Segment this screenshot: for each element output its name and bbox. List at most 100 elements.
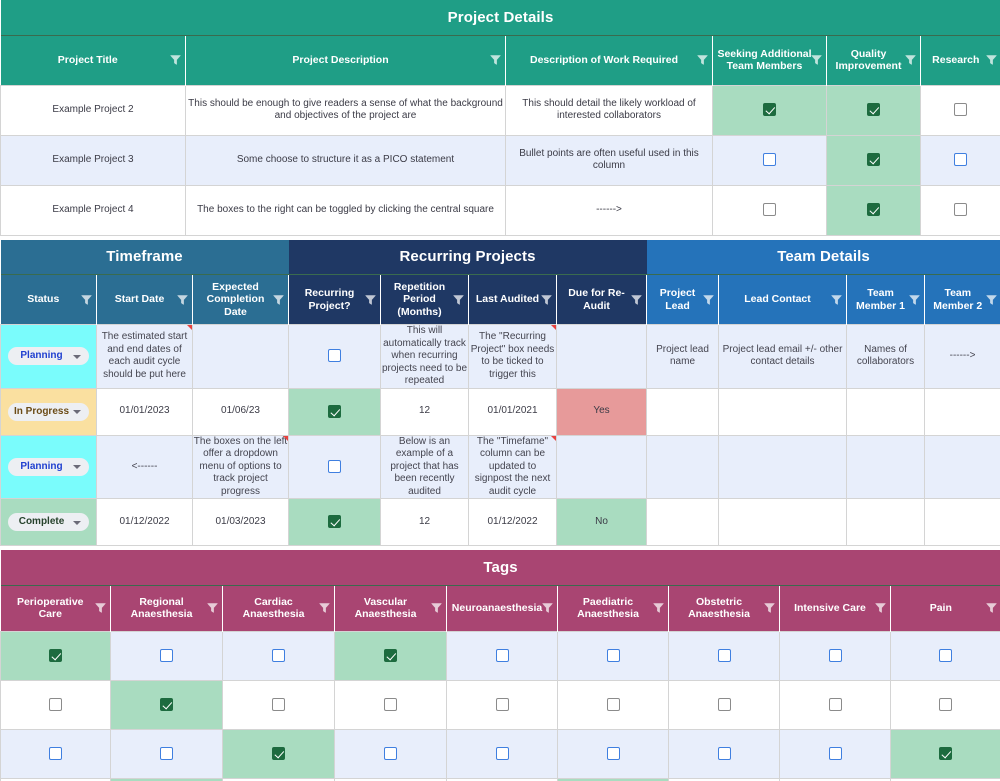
column-header-project-lead[interactable]: Project Lead xyxy=(646,274,719,325)
tag-checkbox-cell-cardiac-anaesthesia[interactable] xyxy=(222,728,335,779)
column-header-expected-completion-date[interactable]: Expected Completion Date xyxy=(192,274,289,325)
column-header-team-member-1[interactable]: Team Member 1 xyxy=(846,274,925,325)
checkbox-cell-seeking-team[interactable] xyxy=(712,84,827,136)
filter-funnel-icon[interactable] xyxy=(905,55,916,66)
status-dropdown[interactable]: Planning xyxy=(8,347,89,366)
checkbox-unchecked-icon[interactable] xyxy=(272,648,285,662)
tag-checkbox-cell-pain[interactable] xyxy=(889,728,1000,779)
checkbox-cell-quality-improvement[interactable] xyxy=(826,184,921,236)
filter-funnel-icon[interactable] xyxy=(909,294,921,305)
filter-funnel-icon[interactable] xyxy=(490,55,501,66)
column-header-regional-anaesthesia[interactable]: Regional Anaesthesia xyxy=(110,584,223,631)
column-header-description-of-work-required[interactable]: Description of Work Required xyxy=(505,34,713,85)
recurring-project-checkbox-cell[interactable] xyxy=(288,434,381,499)
tag-checkbox-cell-vascular-anaesthesia[interactable] xyxy=(334,630,447,681)
filter-funnel-icon[interactable] xyxy=(653,603,664,614)
column-header-repetition-period-months[interactable]: Repetition Period (Months) xyxy=(380,274,469,325)
tag-checkbox-cell-perioperative-care[interactable] xyxy=(0,630,111,681)
checkbox-cell-seeking-team[interactable] xyxy=(712,184,827,236)
checkbox-unchecked-icon[interactable] xyxy=(606,697,620,711)
filter-funnel-icon[interactable] xyxy=(542,603,553,614)
filter-funnel-icon[interactable] xyxy=(319,603,330,614)
checkbox-checked-icon[interactable] xyxy=(160,697,173,711)
column-header-seeking-additional-team-members[interactable]: Seeking Additional Team Members xyxy=(712,34,827,85)
tag-checkbox-cell-pain[interactable] xyxy=(889,679,1000,730)
status-cell[interactable]: Planning xyxy=(0,434,97,499)
filter-funnel-icon[interactable] xyxy=(875,603,886,614)
tag-checkbox-cell-cardiac-anaesthesia[interactable] xyxy=(222,679,335,730)
column-header-intensive-care[interactable]: Intensive Care xyxy=(779,584,891,631)
column-header-vascular-anaesthesia[interactable]: Vascular Anaesthesia xyxy=(334,584,447,631)
tag-checkbox-cell-perioperative-care[interactable] xyxy=(0,679,111,730)
checkbox-checked-icon[interactable] xyxy=(49,648,62,662)
column-header-research[interactable]: Research xyxy=(919,34,1000,85)
tag-checkbox-cell-intensive-care[interactable] xyxy=(779,728,891,779)
column-header-project-description[interactable]: Project Description xyxy=(185,34,506,85)
checkbox-unchecked-icon[interactable] xyxy=(328,349,341,363)
checkbox-unchecked-icon[interactable] xyxy=(763,203,776,217)
checkbox-unchecked-icon[interactable] xyxy=(49,746,62,760)
status-dropdown[interactable]: Complete xyxy=(8,513,89,531)
checkbox-unchecked-icon[interactable] xyxy=(160,746,173,760)
checkbox-unchecked-icon[interactable] xyxy=(606,746,620,760)
checkbox-checked-icon[interactable] xyxy=(763,103,776,117)
comment-marker-icon[interactable] xyxy=(551,435,556,441)
filter-funnel-icon[interactable] xyxy=(985,603,997,614)
checkbox-unchecked-icon[interactable] xyxy=(828,746,842,760)
tag-checkbox-cell-cardiac-anaesthesia[interactable] xyxy=(222,630,335,681)
checkbox-unchecked-icon[interactable] xyxy=(954,153,968,167)
column-header-cardiac-anaesthesia[interactable]: Cardiac Anaesthesia xyxy=(222,584,335,631)
checkbox-checked-icon[interactable] xyxy=(328,404,341,418)
checkbox-unchecked-icon[interactable] xyxy=(939,697,953,711)
checkbox-unchecked-icon[interactable] xyxy=(717,648,731,662)
checkbox-checked-icon[interactable] xyxy=(867,103,880,117)
column-header-lead-contact[interactable]: Lead Contact xyxy=(718,274,847,325)
filter-funnel-icon[interactable] xyxy=(177,294,188,305)
filter-funnel-icon[interactable] xyxy=(811,55,822,66)
column-header-project-title[interactable]: Project Title xyxy=(0,34,186,85)
tag-checkbox-cell-intensive-care[interactable] xyxy=(779,679,891,730)
checkbox-unchecked-icon[interactable] xyxy=(954,203,968,217)
recurring-project-checkbox-cell[interactable] xyxy=(288,387,381,436)
tag-checkbox-cell-neuroanaesthesia[interactable] xyxy=(446,630,558,681)
checkbox-unchecked-icon[interactable] xyxy=(495,648,509,662)
tag-checkbox-cell-regional-anaesthesia[interactable] xyxy=(110,728,223,779)
tag-checkbox-cell-vascular-anaesthesia[interactable] xyxy=(334,679,447,730)
checkbox-unchecked-icon[interactable] xyxy=(939,648,953,662)
column-header-recurring-project[interactable]: Recurring Project? xyxy=(288,274,381,325)
status-cell[interactable]: In Progress xyxy=(0,387,97,436)
checkbox-cell-seeking-team[interactable] xyxy=(712,134,827,186)
column-header-paediatric-anaesthesia[interactable]: Paediatric Anaesthesia xyxy=(557,584,669,631)
checkbox-cell-research[interactable] xyxy=(919,184,1000,236)
tag-checkbox-cell-neuroanaesthesia[interactable] xyxy=(446,679,558,730)
checkbox-unchecked-icon[interactable] xyxy=(495,746,509,760)
comment-marker-icon[interactable] xyxy=(187,325,192,330)
tag-checkbox-cell-obstetric-anaesthesia[interactable] xyxy=(668,728,780,779)
checkbox-checked-icon[interactable] xyxy=(384,648,397,662)
checkbox-unchecked-icon[interactable] xyxy=(384,697,397,711)
checkbox-unchecked-icon[interactable] xyxy=(828,697,842,711)
chevron-down-icon[interactable] xyxy=(73,520,81,525)
checkbox-unchecked-icon[interactable] xyxy=(717,697,731,711)
status-dropdown[interactable]: In Progress xyxy=(8,402,89,421)
status-dropdown[interactable]: Planning xyxy=(8,457,89,476)
checkbox-cell-research[interactable] xyxy=(919,84,1000,136)
filter-funnel-icon[interactable] xyxy=(985,55,997,66)
comment-marker-icon[interactable] xyxy=(551,325,556,330)
checkbox-unchecked-icon[interactable] xyxy=(763,153,776,167)
recurring-project-checkbox-cell[interactable] xyxy=(288,324,381,389)
filter-funnel-icon[interactable] xyxy=(541,294,552,305)
tag-checkbox-cell-paediatric-anaesthesia[interactable] xyxy=(557,728,669,779)
chevron-down-icon[interactable] xyxy=(73,354,81,359)
column-header-status[interactable]: Status xyxy=(0,274,97,325)
filter-funnel-icon[interactable] xyxy=(431,603,442,614)
column-header-pain[interactable]: Pain xyxy=(889,584,1000,631)
status-cell[interactable]: Complete xyxy=(0,498,97,546)
checkbox-checked-icon[interactable] xyxy=(867,203,880,217)
filter-funnel-icon[interactable] xyxy=(95,603,106,614)
tag-checkbox-cell-intensive-care[interactable] xyxy=(779,630,891,681)
column-header-perioperative-care[interactable]: Perioperative Care xyxy=(0,584,111,631)
checkbox-checked-icon[interactable] xyxy=(867,153,880,167)
tag-checkbox-cell-vascular-anaesthesia[interactable] xyxy=(334,728,447,779)
tag-checkbox-cell-obstetric-anaesthesia[interactable] xyxy=(668,630,780,681)
